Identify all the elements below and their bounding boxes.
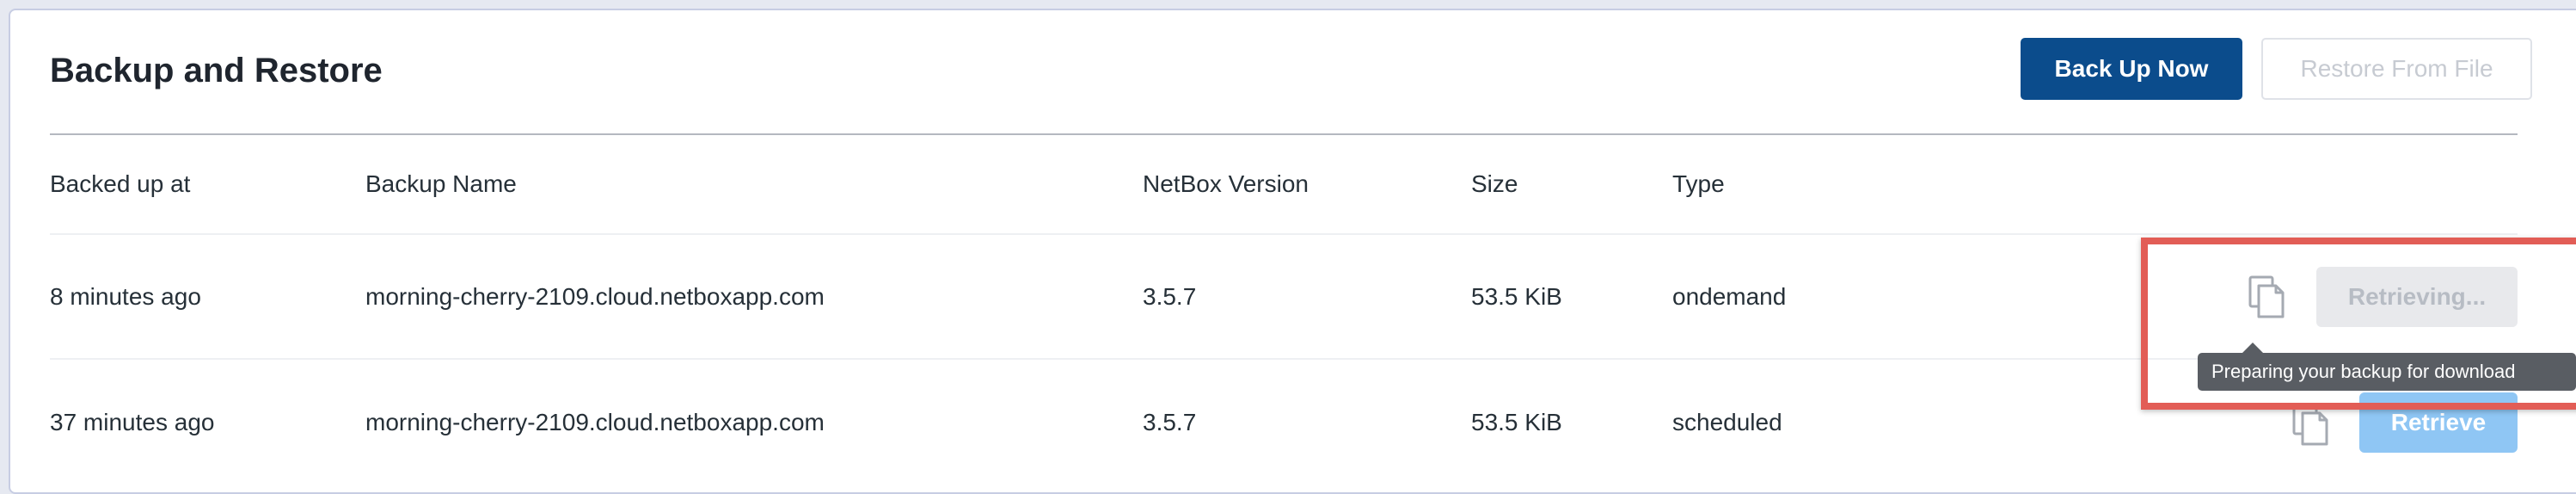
cell-type: ondemand [1672,283,1787,310]
cell-size: 53.5 KiB [1471,283,1562,310]
cell-size: 53.5 KiB [1471,409,1562,435]
column-header-backed-up-at: Backed up at [50,170,191,197]
back-up-now-button[interactable]: Back Up Now [2021,38,2242,100]
annotation-highlight-box [2141,238,2576,410]
cell-netbox-version: 3.5.7 [1143,283,1197,310]
cell-backup-name: morning-cherry-2109.cloud.netboxapp.com [365,409,825,435]
cell-netbox-version: 3.5.7 [1143,409,1197,435]
cell-backup-name: morning-cherry-2109.cloud.netboxapp.com [365,283,825,310]
column-header-netbox-version: NetBox Version [1143,170,1309,197]
restore-from-file-button[interactable]: Restore From File [2261,38,2532,100]
column-header-type: Type [1672,170,1725,197]
cell-type: scheduled [1672,409,1782,435]
row-divider [50,233,2518,235]
cell-backed-up-at: 8 minutes ago [50,283,201,310]
cell-backed-up-at: 37 minutes ago [50,409,215,435]
title-divider [50,133,2518,135]
page-title: Backup and Restore [50,52,383,90]
column-header-size: Size [1471,170,1518,197]
column-header-backup-name: Backup Name [365,170,517,197]
